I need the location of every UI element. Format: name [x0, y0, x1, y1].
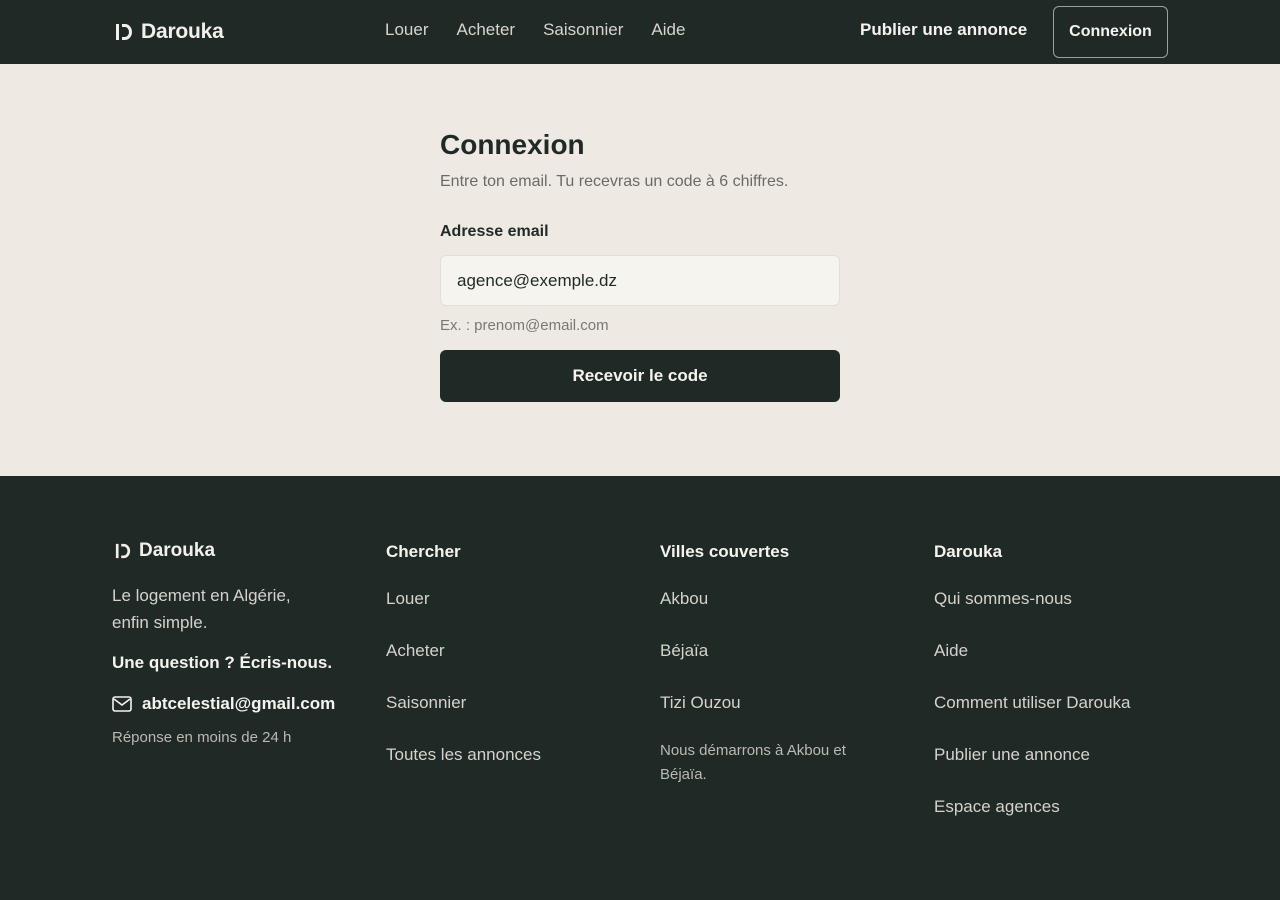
publish-listing-link[interactable]: Publier une annonce [860, 20, 1027, 40]
page-title: Connexion [440, 129, 585, 160]
site-footer: Darouka Le logement en Algérie, enfin si… [0, 476, 1280, 900]
footer-links-darouka: Qui sommes-nous Aide Comment utiliser Da… [934, 588, 1184, 848]
darouka-logo-icon [115, 543, 131, 559]
footer-about: Darouka Le logement en Algérie, enfin si… [112, 540, 362, 746]
footer-brand-name: Darouka [139, 540, 216, 561]
footer-link-bejaia[interactable]: Béjaïa [660, 641, 708, 660]
footer-link-espace-agences[interactable]: Espace agences [934, 797, 1060, 816]
footer-brand[interactable]: Darouka [115, 540, 362, 562]
nav-louer[interactable]: Louer [385, 20, 428, 40]
email-field[interactable] [440, 255, 840, 306]
footer-col-chercher: Chercher Louer Acheter Saisonnier Toutes… [386, 540, 636, 796]
main-content: Connexion Entre ton email. Tu recevras u… [0, 64, 1280, 476]
footer-link-akbou[interactable]: Akbou [660, 589, 708, 608]
darouka-logo-icon [116, 24, 132, 40]
footer-heading-villes: Villes couvertes [660, 542, 790, 561]
footer-link-publier[interactable]: Publier une annonce [934, 745, 1090, 764]
contact-email-link[interactable]: abtcelestial@gmail.com [112, 694, 362, 714]
brand-logo[interactable]: Darouka [115, 19, 224, 45]
footer-heading-darouka: Darouka [934, 542, 1003, 561]
login-form: Connexion Entre ton email. Tu recevras u… [440, 128, 840, 402]
contact-heading: Une question ? Écris-nous. [112, 653, 333, 672]
footer-link-acheter[interactable]: Acheter [386, 641, 445, 660]
footer-links-villes: Akbou Béjaïa Tizi Ouzou [660, 588, 900, 744]
contact-email: abtcelestial@gmail.com [142, 694, 336, 713]
email-label: Adresse email [440, 223, 549, 240]
footer-tagline: Le logement en Algérie, enfin simple. [112, 586, 291, 632]
site-header: Darouka Louer Acheter Saisonnier Aide Pu… [0, 0, 1280, 64]
brand-name: Darouka [141, 20, 224, 43]
main-nav: Louer Acheter Saisonnier Aide [385, 20, 685, 40]
footer-link-saisonnier[interactable]: Saisonnier [386, 693, 466, 712]
page-subtitle: Entre ton email. Tu recevras un code à 6… [440, 173, 789, 190]
footer-link-tizi-ouzou[interactable]: Tizi Ouzou [660, 693, 741, 712]
footer-col-darouka: Darouka Qui sommes-nous Aide Comment uti… [934, 540, 1184, 848]
footer-links-chercher: Louer Acheter Saisonnier Toutes les anno… [386, 588, 636, 796]
email-hint: Ex. : prenom@email.com [440, 317, 609, 334]
mail-icon [112, 696, 132, 712]
nav-acheter[interactable]: Acheter [456, 20, 515, 40]
footer-heading-chercher: Chercher [386, 542, 461, 561]
reply-time: Réponse en moins de 24 h [112, 729, 292, 746]
footer-link-toutes-annonces[interactable]: Toutes les annonces [386, 745, 541, 764]
receive-code-button[interactable]: Recevoir le code [440, 350, 840, 402]
login-button[interactable]: Connexion [1053, 6, 1168, 58]
nav-aide[interactable]: Aide [651, 20, 685, 40]
cities-note: Nous démarrons à Akbou et Béjaïa. [660, 742, 846, 783]
nav-saisonnier[interactable]: Saisonnier [543, 20, 623, 40]
footer-col-villes: Villes couvertes Akbou Béjaïa Tizi Ouzou… [660, 540, 900, 787]
footer-link-qui-sommes-nous[interactable]: Qui sommes-nous [934, 589, 1072, 608]
footer-link-louer[interactable]: Louer [386, 589, 429, 608]
footer-link-comment-utiliser[interactable]: Comment utiliser Darouka [934, 693, 1131, 712]
footer-link-aide[interactable]: Aide [934, 641, 968, 660]
